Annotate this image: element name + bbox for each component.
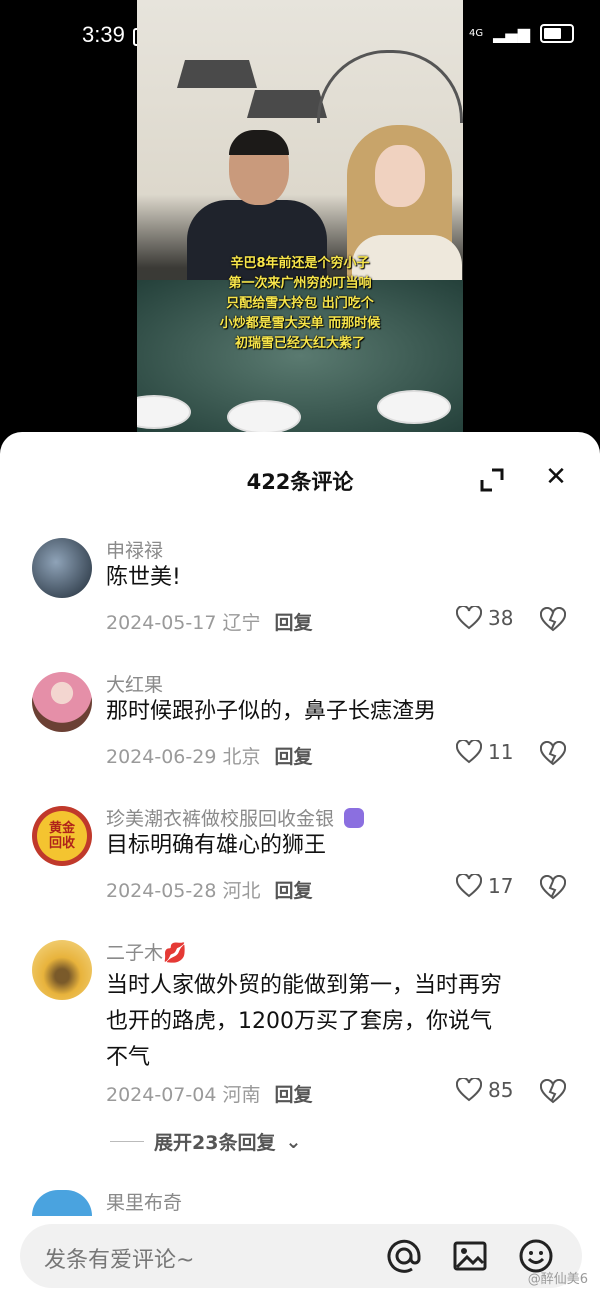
comment-date: 2024-07-04 河南 — [106, 1084, 261, 1106]
network-label: 4G — [468, 28, 484, 39]
divider — [110, 1141, 144, 1142]
reply-button[interactable]: 回复 — [274, 612, 312, 634]
collapse-icon[interactable] — [478, 466, 506, 494]
comment-input-bar[interactable]: 发条有爱评论~ — [20, 1224, 582, 1288]
painting-bridge — [317, 50, 463, 123]
lips-emoji: 💋 — [163, 942, 187, 964]
dislike-icon[interactable] — [540, 607, 566, 633]
image-icon[interactable] — [452, 1238, 488, 1274]
comment-meta: 2024-07-04 河南 回复 — [106, 1080, 312, 1107]
comment-meta: 2024-06-29 北京 回复 — [106, 742, 312, 769]
like-count: 11 — [488, 740, 514, 764]
avatar[interactable] — [32, 672, 92, 732]
like-button[interactable]: 38 — [456, 606, 513, 630]
heart-icon — [456, 740, 482, 764]
status-time: 3:39 — [82, 22, 125, 47]
purple-badge-icon — [344, 808, 365, 828]
comments-sheet: 422条评论 ✕ 申禄禄 陈世美! 2024-05-17 辽宁 回复 38 大红果… — [0, 432, 600, 1300]
reply-button[interactable]: 回复 — [274, 1084, 312, 1106]
avatar[interactable] — [32, 1190, 92, 1216]
comment-username[interactable]: 大红果 — [106, 670, 163, 697]
subtitle-line: 辛巴8年前还是个穷小子 — [230, 256, 370, 271]
subtitle-line: 只配给雪大拎包 出门吃个 — [226, 296, 374, 311]
mention-icon[interactable] — [386, 1238, 422, 1274]
subtitle-line: 第一次来广州穷的叮当响 — [228, 276, 372, 291]
comments-count-title: 422条评论 — [246, 470, 354, 494]
comment-username[interactable]: 二子木💋 — [106, 938, 187, 965]
chevron-down-icon: ⌄ — [285, 1130, 302, 1153]
reply-button[interactable]: 回复 — [274, 746, 312, 768]
subtitle-line: 小炒都是雪大买单 而那时候 — [219, 316, 381, 331]
comment-username[interactable]: 果里布奇 — [106, 1188, 182, 1215]
dislike-icon[interactable] — [540, 1079, 566, 1105]
heart-icon — [456, 606, 482, 630]
painting-roof — [247, 90, 327, 118]
reply-button[interactable]: 回复 — [274, 880, 312, 902]
dislike-icon[interactable] — [540, 741, 566, 767]
battery-icon — [540, 24, 574, 43]
comment-text: 当时人家做外贸的能做到第一，当时再穷 也开的路虎，1200万买了套房，你说气 不… — [106, 973, 503, 1070]
avatar-text: 回收 — [48, 836, 75, 851]
expand-replies-button[interactable]: 展开23条回复 ⌄ — [110, 1128, 301, 1155]
avatar[interactable] — [32, 940, 92, 1000]
watermark: @醉仙美6 — [527, 1272, 588, 1287]
close-icon[interactable]: ✕ — [541, 462, 571, 492]
comment-date: 2024-05-17 辽宁 — [106, 612, 261, 634]
subtitle-line: 初瑞雪已经大红大紫了 — [234, 336, 365, 351]
painting-roof — [177, 60, 257, 88]
video-player[interactable]: 辛巴8年前还是个穷小子 第一次来广州穷的叮当响 只配给雪大拎包 出门吃个 小炒都… — [137, 0, 463, 432]
avatar-text: 黄金 — [48, 821, 75, 836]
signal-icon: ▂▄▆ — [493, 24, 530, 43]
heart-icon — [456, 874, 482, 898]
comment-username[interactable]: 珍美潮衣裤做校服回收金银 — [106, 804, 365, 831]
comment-text: 陈世美! — [106, 565, 181, 590]
heart-icon — [456, 1078, 482, 1102]
comment-username[interactable]: 申禄禄 — [106, 536, 163, 563]
comment-meta: 2024-05-17 辽宁 回复 — [106, 608, 312, 635]
like-button[interactable]: 85 — [456, 1078, 513, 1102]
like-count: 85 — [488, 1078, 514, 1102]
comment-text: 目标明确有雄心的狮王 — [106, 833, 327, 858]
comment-meta: 2024-05-28 河北 回复 — [106, 876, 312, 903]
like-button[interactable]: 11 — [456, 740, 513, 764]
comment-input[interactable]: 发条有爱评论~ — [44, 1242, 194, 1274]
like-count: 17 — [488, 874, 514, 898]
dislike-icon[interactable] — [540, 875, 566, 901]
avatar[interactable] — [32, 538, 92, 598]
avatar[interactable]: 黄金 回收 — [32, 806, 92, 866]
like-count: 38 — [488, 606, 514, 630]
video-subtitle: 辛巴8年前还是个穷小子 第一次来广州穷的叮当响 只配给雪大拎包 出门吃个 小炒都… — [137, 254, 463, 354]
like-button[interactable]: 17 — [456, 874, 513, 898]
comment-text: 那时候跟孙子似的，鼻子长痣渣男 — [106, 699, 437, 724]
comment-date: 2024-05-28 河北 — [106, 880, 261, 902]
comment-date: 2024-06-29 北京 — [106, 746, 261, 768]
